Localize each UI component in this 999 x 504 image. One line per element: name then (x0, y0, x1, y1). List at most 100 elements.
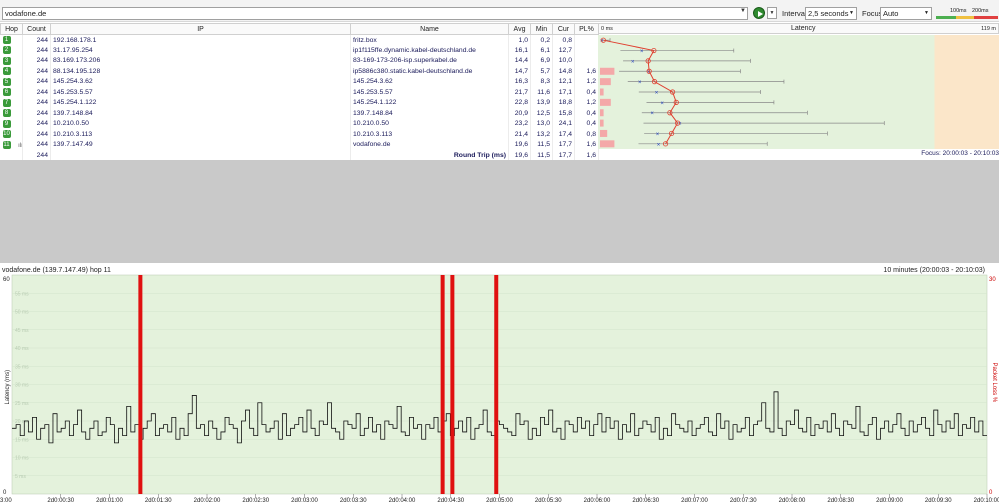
table-row[interactable]: 2 244 31.17.95.254 ip1f115ffe.dynamic.kabel… (0, 45, 599, 56)
min-cell: 11,6 (530, 87, 553, 98)
x-tick-label: 2d0:09:30 (925, 498, 952, 504)
count-cell: 244 (22, 118, 51, 129)
trace-grid: Hop Count IP Name Avg Min Cur PL% 1 244 19… (0, 23, 999, 161)
table-row[interactable]: 11 ılı 244 139.7.147.49 vodafone.de 19,6 11,5… (0, 139, 599, 150)
hop-table: Hop Count IP Name Avg Min Cur PL% 1 244 19… (0, 23, 599, 161)
scale-bad-bar (974, 16, 998, 19)
y-tick-label: 5 ms (15, 474, 26, 480)
interval-select[interactable]: 2,5 seconds ▼ (805, 7, 857, 20)
min-cell: 13,0 (530, 118, 553, 129)
latency-panel: 0 ms Latency 119 m × × × × × × × × × × × Focus: 20… (598, 23, 999, 160)
min-cell: 11,5 (530, 139, 553, 150)
x-tick-label: 2d0:05:30 (535, 498, 562, 504)
cur-cell: 18,8 (552, 97, 575, 108)
pl-cell: 0,8 (574, 129, 599, 140)
pl-cell: 1,6 (574, 66, 599, 77)
name-cell: vodafone.de (350, 139, 509, 150)
name-cell: 145.253.5.57 (350, 87, 509, 98)
cur-cell: 17,4 (552, 129, 575, 140)
current-latency-marker: × (660, 101, 664, 107)
count-cell: 244 (22, 139, 51, 150)
hop-cell: 8 (0, 108, 23, 119)
min-cell: 8,3 (530, 76, 553, 87)
min-cell: 13,9 (530, 97, 553, 108)
pl-cell: 0,4 (574, 87, 599, 98)
cur-cell: 12,1 (552, 76, 575, 87)
target-input[interactable]: vodafone.de (2, 7, 748, 20)
latency-sparkline: ××××××××××× (598, 35, 999, 149)
hop-cell: 4 (0, 66, 23, 77)
col-hop[interactable]: Hop (0, 23, 23, 35)
table-row[interactable]: 6 244 145.253.5.57 145.253.5.57 21,7 11,6 17,1… (0, 87, 599, 98)
y-tick-label: 20 ms (15, 419, 29, 425)
empty-area (0, 160, 999, 263)
packet-loss-bar (600, 140, 615, 148)
trip-avg: 19,6 (508, 150, 531, 161)
col-ip[interactable]: IP (50, 23, 351, 35)
table-row[interactable]: 10 244 10.210.3.113 10.210.3.113 21,4 13,2 17,… (0, 129, 599, 140)
ip-cell: 10.210.3.113 (50, 129, 351, 140)
hop-status-icon: 9 (2, 119, 11, 128)
y2-axis-label: Packet Loss % (991, 363, 997, 403)
x-tick-label: 2d0:00:30 (47, 498, 74, 504)
current-latency-marker: × (631, 59, 635, 65)
ip-cell: 31.17.95.254 (50, 45, 351, 56)
hop-status-icon: 10 (2, 130, 11, 139)
pl-cell: 1,2 (574, 76, 599, 87)
count-cell: 244 (22, 34, 51, 45)
play-icon[interactable] (753, 7, 765, 19)
x-tick-label: 2d0:08:30 (827, 498, 854, 504)
y-tick-label: 15 ms (15, 437, 29, 443)
hop-cell: 10 (0, 129, 23, 140)
col-count[interactable]: Count (22, 23, 51, 35)
graph-icon[interactable]: ılı (17, 143, 21, 149)
avg-cell: 22,8 (508, 97, 531, 108)
col-avg[interactable]: Avg (508, 23, 531, 35)
table-row[interactable]: 8 244 139.7.148.84 139.7.148.84 20,9 12,5 15,8… (0, 108, 599, 119)
y-tick-label: 40 ms (15, 346, 29, 352)
hop-status-icon: 8 (2, 109, 11, 118)
table-row[interactable]: 1 244 192.168.178.1 fritz.box 1,0 0,2 0,8 (0, 34, 599, 45)
col-min[interactable]: Min (530, 23, 553, 35)
cur-cell: 17,7 (552, 139, 575, 150)
min-cell: 6,9 (530, 55, 553, 66)
packet-loss-bar (600, 67, 615, 75)
name-cell: fritz.box (350, 34, 509, 45)
y-axis-label: Latency (ms) (5, 370, 11, 405)
table-header: Hop Count IP Name Avg Min Cur PL% (0, 23, 599, 35)
col-name[interactable]: Name (350, 23, 509, 35)
name-cell: 10.210.0.50 (350, 118, 509, 129)
trip-label: Round Trip (ms) (350, 150, 509, 161)
table-row[interactable]: 7 244 145.254.1.122 145.254.1.122 22,8 13,9 18… (0, 97, 599, 108)
table-row[interactable]: 9 244 10.210.0.50 10.210.0.50 23,2 13,0 24,1 0,… (0, 118, 599, 129)
col-cur[interactable]: Cur (552, 23, 575, 35)
focus-select[interactable]: Auto ▼ (880, 7, 932, 20)
x-tick-label: 2d0:02:00 (194, 498, 221, 504)
current-latency-marker: × (640, 49, 644, 55)
chevron-down-icon[interactable]: ▼ (740, 8, 746, 14)
table-row[interactable]: 5 244 145.254.3.62 145.254.3.62 16,3 8,3 12,1 1… (0, 76, 599, 87)
packet-loss-bar (450, 275, 455, 494)
interval-label: Interval (782, 9, 807, 18)
hop-status-icon: 11 (2, 140, 11, 149)
hop-status-icon: 1 (2, 36, 11, 44)
min-cell: 5,7 (530, 66, 553, 77)
cur-cell: 15,8 (552, 108, 575, 119)
hop-status-icon: 7 (2, 98, 11, 107)
y-tick-label: 30 ms (15, 383, 29, 389)
packet-loss-bar (138, 275, 143, 494)
count-cell: 244 (22, 108, 51, 119)
play-options-dropdown[interactable]: ▼ (767, 7, 777, 19)
packet-loss-bar (600, 88, 604, 96)
col-pl[interactable]: PL% (574, 23, 599, 35)
x-tick-label: 2d0:02:30 (242, 498, 269, 504)
y-min-label: 0 (3, 490, 7, 496)
toolbar: vodafone.de ▼ ▼ Interval 2,5 seconds ▼ Fo… (0, 0, 999, 22)
packet-loss-bar (494, 275, 499, 494)
table-row[interactable]: 3 244 83.169.173.206 83-169-173-206-isp.sup… (0, 55, 599, 66)
trip-pl: 1,6 (574, 150, 599, 161)
table-row[interactable]: 4 244 88.134.195.128 ip5886c380.static.kabe… (0, 66, 599, 77)
packet-loss-bar (600, 119, 604, 127)
hop-cell: 2 (0, 45, 23, 56)
packet-loss-bar (600, 109, 604, 117)
